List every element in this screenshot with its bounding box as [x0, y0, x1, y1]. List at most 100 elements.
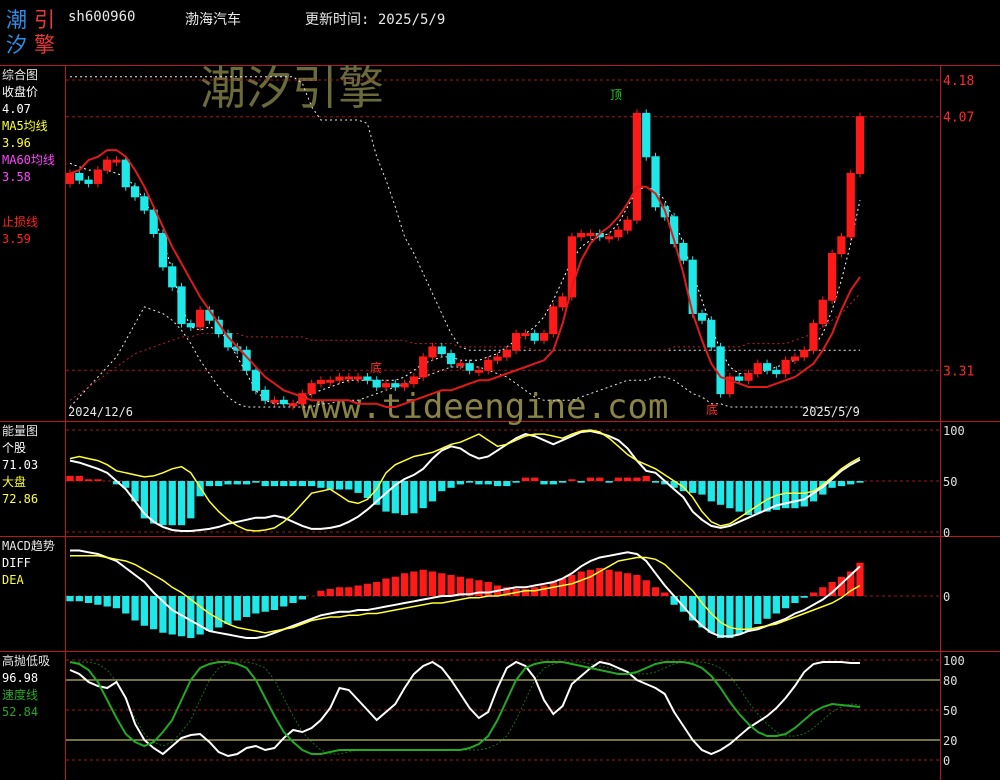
macd-histogram-bar	[224, 596, 232, 624]
panel-title: 综合图	[2, 67, 38, 82]
macd-histogram-bar	[531, 587, 539, 596]
panel-legend-label: 收盘价	[2, 84, 38, 99]
candle	[186, 323, 195, 328]
panel-legend-label: 72.86	[2, 492, 38, 506]
date-end-label: 2025/5/9	[802, 405, 860, 419]
macd-histogram-bar	[642, 580, 650, 596]
energy-bar	[242, 481, 251, 485]
energy-bar	[447, 481, 455, 488]
macd-histogram-bar	[363, 583, 372, 596]
energy-bar	[549, 481, 557, 485]
macd-histogram-bar	[373, 582, 381, 596]
macd-histogram-bar	[103, 596, 111, 607]
energy-bar	[289, 481, 297, 487]
candle	[75, 172, 84, 181]
upper-band-line	[70, 76, 860, 351]
candle	[130, 186, 140, 198]
energy-bar	[503, 481, 511, 487]
candle	[809, 323, 818, 351]
candle	[484, 359, 493, 371]
macd-histogram-bar	[168, 596, 176, 635]
macd-histogram-bar	[716, 596, 725, 638]
candle	[846, 172, 855, 238]
panel-title: MACD趋势	[2, 539, 55, 553]
energy-bar	[568, 479, 576, 481]
energy-axis-label: 0	[943, 526, 950, 540]
macd-histogram-bar	[419, 569, 427, 596]
price-axis-label: 4.07	[943, 111, 974, 126]
macd-histogram-bar	[791, 596, 799, 603]
candle	[270, 399, 279, 403]
brand-watermark: 潮汐引擎	[200, 61, 384, 115]
energy-bar	[698, 481, 706, 495]
macd-histogram-bar	[568, 575, 576, 596]
candle	[316, 379, 326, 385]
energy-bar	[763, 481, 771, 512]
panel-legend-label: 52.84	[2, 705, 38, 719]
energy-bar	[159, 481, 167, 526]
energy-bar	[716, 481, 725, 505]
candle	[790, 356, 800, 361]
candle	[753, 363, 762, 375]
candle	[604, 236, 614, 240]
candle	[762, 363, 772, 371]
candle	[121, 159, 130, 188]
candle	[772, 369, 781, 375]
macd-histogram-bar	[289, 596, 297, 603]
price-axis-label: 4.18	[943, 74, 974, 89]
candle	[800, 349, 809, 358]
panel-legend-label: 3.58	[2, 170, 31, 184]
candle	[372, 379, 381, 388]
macd-histogram-bar	[614, 571, 622, 596]
candle	[511, 333, 521, 351]
macd-histogram-bar	[624, 573, 632, 596]
energy-bar	[187, 481, 195, 519]
candle	[827, 253, 837, 301]
macd-histogram-bar	[242, 596, 251, 617]
candle	[279, 399, 288, 405]
energy-bar	[484, 481, 492, 485]
macd-histogram-bar	[233, 596, 241, 621]
energy-bar	[428, 481, 437, 502]
candle	[251, 369, 261, 391]
macd-histogram-bar	[633, 575, 641, 596]
candle	[288, 403, 298, 407]
energy-bar	[791, 481, 799, 509]
macd-histogram-bar	[75, 596, 83, 602]
energy-bar	[280, 481, 288, 487]
macd-histogram-bar	[150, 596, 158, 630]
candle	[307, 383, 316, 395]
gpdx-main-line	[69, 660, 860, 758]
panel-legend-label: 3.96	[2, 136, 31, 150]
macd-histogram-bar	[577, 571, 585, 596]
macd-histogram-bar	[744, 596, 753, 631]
macd-histogram-bar	[800, 596, 808, 598]
macd-histogram-bar	[586, 569, 595, 596]
energy-bar	[726, 481, 734, 509]
panel-title: 能量图	[2, 424, 38, 438]
energy-bar	[168, 481, 176, 526]
energy-bar	[531, 477, 539, 481]
energy-bar	[512, 481, 520, 483]
energy-bar	[642, 475, 650, 481]
energy-bar	[614, 477, 622, 481]
candle	[195, 309, 205, 328]
macd-histogram-bar	[196, 596, 204, 635]
macd-histogram-bar	[252, 596, 260, 614]
energy-bar	[308, 481, 316, 487]
candle	[707, 319, 716, 348]
candle	[103, 159, 112, 171]
macd-histogram-bar	[335, 587, 344, 596]
panel-legend-label: 96.98	[2, 671, 38, 685]
candle	[530, 333, 539, 341]
macd-histogram-bar	[354, 585, 362, 596]
macd-axis-label: 0	[943, 590, 950, 604]
candle	[632, 112, 642, 221]
panel-title: 高抛低吸	[2, 653, 50, 668]
chart-canvas: 潮汐引擎www.tideengine.com4.184.073.31顶底底202…	[0, 61, 1000, 780]
candle	[381, 383, 391, 388]
energy-bar	[345, 481, 353, 490]
macd-histogram-bar	[84, 596, 93, 603]
candle	[112, 159, 121, 163]
energy-bar	[410, 481, 418, 514]
